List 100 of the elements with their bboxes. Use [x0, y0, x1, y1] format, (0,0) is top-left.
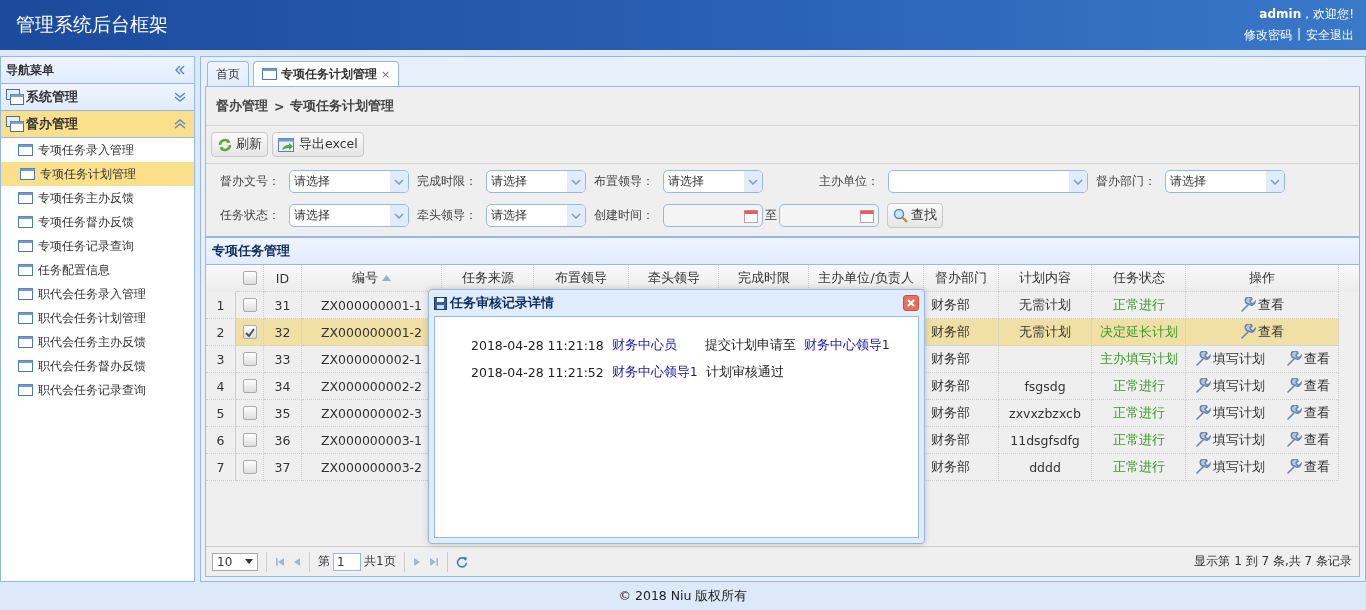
nav-item[interactable]: 职代会任务记录查询: [1, 378, 194, 402]
table-cell: 11dsgfsdfg: [1010, 432, 1080, 448]
nav-item[interactable]: 职代会任务计划管理: [1, 306, 194, 330]
action-link[interactable]: 查看: [1240, 323, 1284, 341]
column-header[interactable]: 操作: [1186, 265, 1339, 292]
nav-item[interactable]: 任务配置信息: [1, 258, 194, 282]
action-link[interactable]: 填写计划: [1194, 350, 1265, 368]
filter-label: 督办部门：: [1096, 173, 1157, 190]
action-link[interactable]: 查看: [1285, 458, 1330, 476]
wrench-icon: [1240, 297, 1256, 313]
select-field[interactable]: 请选择: [663, 170, 763, 193]
select-field[interactable]: 请选择: [289, 170, 409, 193]
action-link[interactable]: 查看: [1285, 350, 1330, 368]
select-field[interactable]: 请选择: [289, 204, 409, 227]
window-icon: [18, 336, 33, 348]
next-page-icon[interactable]: [412, 556, 421, 567]
window-icon: [18, 384, 33, 396]
nav-item[interactable]: 职代会任务督办反馈: [1, 354, 194, 378]
column-header[interactable]: 计划内容: [999, 265, 1092, 292]
window-icon: [20, 168, 35, 180]
tab[interactable]: 专项任务计划管理 ×: [253, 61, 400, 86]
action-link[interactable]: 填写计划: [1194, 458, 1265, 476]
refresh-button[interactable]: 刷新: [211, 132, 268, 157]
status-text: 正常进行: [1112, 377, 1165, 395]
total-pages: 共1页: [364, 553, 396, 570]
row-checkbox[interactable]: [242, 298, 257, 312]
page-number-field[interactable]: 1: [333, 552, 361, 571]
nav-item[interactable]: 专项任务录入管理: [1, 138, 194, 162]
reload-icon[interactable]: [455, 555, 468, 568]
select-field[interactable]: [888, 170, 1088, 193]
action-link[interactable]: 填写计划: [1194, 404, 1265, 422]
column-header[interactable]: 督办部门: [924, 265, 999, 292]
copyright-text: © 2018 Niu 版权所有: [618, 587, 748, 605]
column-header[interactable]: 任务状态: [1092, 265, 1186, 292]
collapse-icon[interactable]: [174, 65, 186, 75]
select-all-checkbox[interactable]: [242, 271, 257, 285]
action-link[interactable]: 查看: [1240, 296, 1284, 314]
close-button[interactable]: [903, 295, 919, 311]
select-field[interactable]: 请选择: [1165, 170, 1285, 193]
action-link[interactable]: 填写计划: [1194, 377, 1265, 395]
wrench-icon: [1240, 324, 1256, 340]
row-checkbox[interactable]: [242, 379, 257, 393]
status-text: 正常进行: [1112, 296, 1165, 314]
breadcrumb-item: 专项任务计划管理: [290, 97, 395, 115]
last-page-icon[interactable]: [428, 556, 439, 567]
search-icon: [893, 208, 908, 223]
close-tab-button[interactable]: ×: [381, 67, 391, 81]
select-field[interactable]: 请选择: [486, 170, 586, 193]
action-link[interactable]: 查看: [1285, 431, 1330, 449]
nav-item[interactable]: 职代会任务主办反馈: [1, 330, 194, 354]
row-checkbox[interactable]: [242, 460, 257, 474]
action-link[interactable]: 查看: [1285, 404, 1330, 422]
window-icon: [18, 264, 33, 276]
nav-item[interactable]: 专项任务记录查询: [1, 234, 194, 258]
page-label: 第: [318, 553, 330, 570]
export-icon: [278, 136, 296, 153]
row-checkbox[interactable]: [242, 406, 257, 420]
nav-item[interactable]: 专项任务主办反馈: [1, 186, 194, 210]
row-checkbox[interactable]: [242, 325, 257, 339]
export-button[interactable]: 导出excel: [272, 132, 364, 157]
table-cell: 财务部: [931, 350, 970, 368]
nav-item[interactable]: 专项任务计划管理: [1, 162, 194, 186]
nav-item[interactable]: 专项任务督办反馈: [1, 210, 194, 234]
table-cell: 36: [274, 432, 291, 448]
windows-icon: [6, 116, 24, 132]
nav-item[interactable]: 职代会任务录入管理: [1, 282, 194, 306]
first-page-icon[interactable]: [275, 556, 285, 567]
column-header[interactable]: ID: [264, 265, 302, 292]
search-button[interactable]: 查找: [887, 203, 943, 228]
row-checkbox[interactable]: [242, 433, 257, 447]
window-icon: [18, 360, 33, 372]
page-size-select[interactable]: 10: [212, 552, 258, 571]
grid-title: 专项任务管理: [212, 242, 290, 260]
date-field[interactable]: [663, 204, 763, 227]
date-field[interactable]: [779, 204, 879, 227]
nav-group[interactable]: 督办管理: [1, 111, 194, 138]
filter-label: 牵头领导：: [417, 207, 478, 224]
action-link[interactable]: 填写计划: [1194, 431, 1265, 449]
filter-label: 布置领导：: [594, 173, 655, 190]
header-link[interactable]: 安全退出: [1306, 27, 1354, 44]
table-cell: ZX000000003-2: [320, 459, 423, 475]
nav-group[interactable]: 系统管理: [1, 84, 194, 111]
previous-page-icon[interactable]: [293, 556, 301, 567]
tab[interactable]: 首页: [207, 61, 249, 86]
wrench-icon: [1194, 351, 1211, 367]
app-title: 管理系统后台框架: [16, 12, 168, 37]
table-cell: ZX000000001-2: [320, 324, 423, 340]
table-cell: 31: [274, 297, 291, 313]
header-link[interactable]: 修改密码: [1243, 27, 1292, 44]
window-icon: [18, 312, 33, 324]
row-number: 3: [206, 346, 236, 373]
record-person: 财务中心员: [611, 337, 678, 354]
calendar-icon: [744, 208, 758, 223]
wrench-icon: [1285, 351, 1302, 367]
row-number: 6: [206, 427, 236, 454]
row-checkbox[interactable]: [242, 352, 257, 366]
table-cell: 财务部: [931, 296, 970, 314]
action-link[interactable]: 查看: [1285, 377, 1330, 395]
select-field[interactable]: 请选择: [486, 204, 586, 227]
table-cell: 34: [274, 378, 291, 394]
